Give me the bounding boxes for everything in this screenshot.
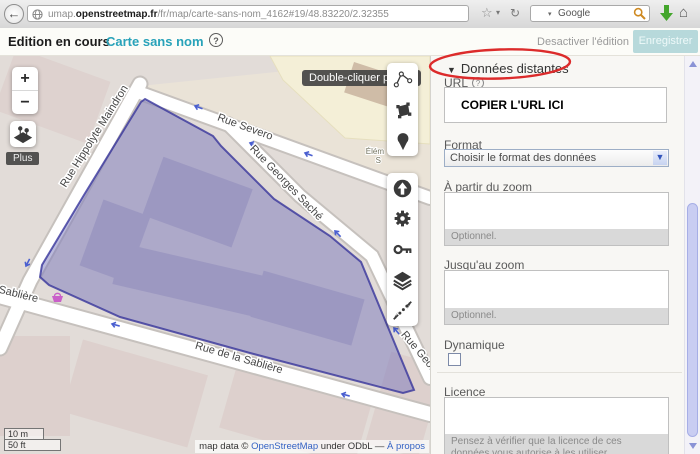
site-globe-icon xyxy=(32,9,43,20)
divider xyxy=(437,372,682,373)
disable-edit-link[interactable]: Desactiver l'édition xyxy=(533,36,629,48)
osm-link[interactable]: OpenStreetMap xyxy=(251,441,318,452)
zoom-out-button[interactable]: − xyxy=(12,91,38,114)
draw-polyline-icon[interactable] xyxy=(393,69,413,89)
to-zoom-hint: Optionnel. xyxy=(445,308,668,324)
import-data-icon[interactable] xyxy=(392,178,413,199)
licence-hint: Pensez à vérifier que la licence de ces … xyxy=(445,434,668,454)
scale-bar-imperial: 50 ft xyxy=(4,439,61,451)
from-zoom-input[interactable] xyxy=(445,193,668,229)
to-zoom-field: Optionnel. xyxy=(444,270,669,325)
search-input[interactable]: g ▾ Google xyxy=(530,5,650,22)
search-magnifier-icon[interactable] xyxy=(633,7,646,20)
draw-toolbar xyxy=(387,63,418,156)
back-button[interactable]: ← xyxy=(4,4,24,24)
save-button[interactable]: Enregistrer xyxy=(633,30,698,53)
about-link[interactable]: À propos xyxy=(387,441,425,452)
bookmark-caret-icon[interactable]: ▾ xyxy=(496,8,500,17)
map-tiles: Rue Hippolyte Maindron Rue Severo Rue Ge… xyxy=(0,56,430,454)
permissions-key-icon[interactable] xyxy=(392,239,413,260)
from-zoom-field: Optionnel. xyxy=(444,192,669,246)
more-controls-label[interactable]: Plus xyxy=(6,152,39,165)
collapse-triangle-icon[interactable]: ▼ xyxy=(447,65,456,75)
remote-url-input[interactable] xyxy=(444,87,667,123)
school-label: S xyxy=(376,156,381,165)
scrollbar-thumb[interactable] xyxy=(687,203,698,437)
umap-editor-bar: Edition en cours Carte sans nom ? Desact… xyxy=(0,28,700,56)
from-zoom-hint: Optionnel. xyxy=(445,229,668,245)
browser-toolbar: ← umap.openstreetmap.fr/fr/map/carte-san… xyxy=(0,0,700,29)
panel-title-text: Données distantes xyxy=(461,61,569,76)
map-settings-gear-icon[interactable] xyxy=(392,208,413,229)
zoom-control: + − xyxy=(12,67,38,114)
bookmark-star-icon[interactable]: ☆ xyxy=(481,5,493,21)
manage-layers-icon[interactable] xyxy=(392,270,413,291)
attribution-text: under ODbL — xyxy=(321,441,385,452)
to-zoom-input[interactable] xyxy=(445,271,668,308)
url-subdomain: umap. xyxy=(48,9,76,20)
search-engine-caret-icon[interactable]: ▾ xyxy=(548,10,552,18)
select-chevron-icon[interactable]: ▼ xyxy=(653,151,667,165)
tile-layers-button[interactable] xyxy=(10,121,36,147)
scroll-up-icon[interactable] xyxy=(689,61,697,67)
map-pins-layers-icon xyxy=(12,123,34,145)
search-engine-icon[interactable]: g xyxy=(534,8,545,19)
dynamic-checkbox[interactable] xyxy=(448,353,461,366)
draw-polygon-icon[interactable] xyxy=(393,100,413,120)
scroll-down-icon[interactable] xyxy=(689,443,697,449)
edit-toolbar xyxy=(387,173,418,326)
map-attribution: map data © OpenStreetMap under ODbL — À … xyxy=(195,440,429,453)
measure-distances-icon[interactable] xyxy=(392,300,413,321)
school-label: Élém xyxy=(366,147,385,156)
remote-data-panel: ▼Données distantes URL ? Format Choisir … xyxy=(430,56,700,454)
url-domain: openstreetmap.fr xyxy=(76,9,158,20)
licence-field: Pensez à vérifier que la licence de ces … xyxy=(444,397,669,454)
panel-scrollbar[interactable] xyxy=(684,56,700,454)
licence-input[interactable] xyxy=(445,398,668,434)
url-path: /fr/map/carte-sans-nom_4162#19/48.83220/… xyxy=(157,9,388,20)
format-select[interactable]: Choisir le format des données ▼ xyxy=(444,149,669,167)
edit-status-label: Edition en cours xyxy=(8,34,110,49)
map-name-link[interactable]: Carte sans nom xyxy=(106,34,204,49)
zoom-in-button[interactable]: + xyxy=(12,67,38,91)
panel-title[interactable]: ▼ Données distantes xyxy=(447,61,569,76)
search-engine-label: Google xyxy=(558,8,590,19)
download-arrow-icon[interactable] xyxy=(659,5,674,22)
map-canvas[interactable]: Rue Hippolyte Maindron Rue Severo Rue Ge… xyxy=(0,56,430,454)
help-icon[interactable]: ? xyxy=(209,33,223,47)
dynamic-label: Dynamique xyxy=(444,338,505,352)
reload-icon[interactable]: ↻ xyxy=(510,6,520,20)
address-bar[interactable]: umap.openstreetmap.fr/fr/map/carte-sans-… xyxy=(27,5,469,22)
home-icon[interactable]: ⌂ xyxy=(679,4,688,21)
draw-marker-icon[interactable] xyxy=(393,131,413,151)
attribution-text: map data © xyxy=(199,441,248,452)
format-selected-value: Choisir le format des données xyxy=(450,152,596,164)
